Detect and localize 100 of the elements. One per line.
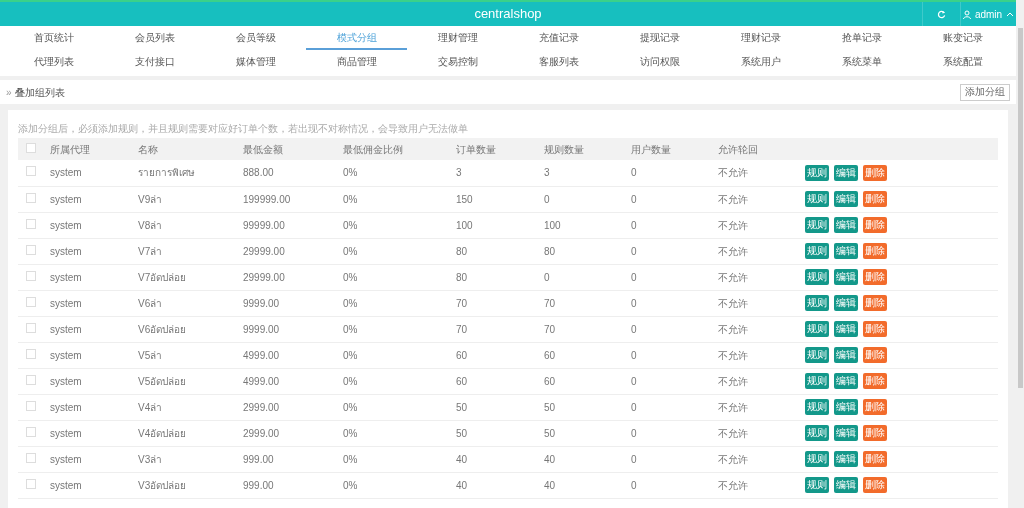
add-group-button[interactable]: 添加分组: [960, 83, 1010, 101]
delete-button[interactable]: 删除: [863, 269, 887, 285]
checkbox[interactable]: [26, 218, 36, 229]
table-cell: 0%: [343, 219, 358, 231]
action-button[interactable]: 编辑: [834, 399, 858, 415]
nav-tab[interactable]: 支付接口: [104, 50, 205, 74]
delete-button[interactable]: 删除: [863, 425, 887, 441]
checkbox[interactable]: [26, 244, 36, 255]
delete-button[interactable]: 删除: [863, 451, 887, 467]
action-button[interactable]: 规则: [805, 321, 829, 337]
table-cell: V6อัดปล่อย: [138, 323, 187, 335]
nav-tab[interactable]: 访问权限: [609, 50, 710, 74]
caret-icon: [1006, 11, 1015, 17]
delete-button[interactable]: 删除: [863, 243, 887, 259]
nav-tab[interactable]: 抢单记录: [811, 26, 912, 50]
action-button[interactable]: 编辑: [834, 243, 858, 259]
table-cell: 0: [631, 349, 637, 361]
table-cell: V9ล่า: [138, 193, 163, 205]
delete-button[interactable]: 删除: [863, 373, 887, 389]
table-cell: 0%: [343, 167, 358, 179]
table-cell: V7อัดปล่อย: [138, 271, 187, 283]
checkbox[interactable]: [26, 296, 36, 307]
nav-tab[interactable]: 提现记录: [609, 26, 710, 50]
nav-tab[interactable]: 充值记录: [508, 26, 609, 50]
action-button[interactable]: 编辑: [834, 347, 858, 363]
checkbox[interactable]: [26, 270, 36, 281]
nav-tab[interactable]: 商品管理: [306, 50, 407, 74]
action-button[interactable]: 编辑: [834, 269, 858, 285]
nav-tab[interactable]: 会员等级: [205, 26, 306, 50]
action-button[interactable]: 规则: [805, 347, 829, 363]
table-cell: 150: [456, 193, 473, 205]
checkbox[interactable]: [26, 322, 36, 333]
table-cell: 0%: [343, 453, 358, 465]
nav-tab[interactable]: 模式分组: [306, 26, 407, 50]
action-button[interactable]: 编辑: [834, 373, 858, 389]
action-button[interactable]: 规则: [805, 164, 829, 181]
nav-tab[interactable]: 代理列表: [3, 50, 104, 74]
nav-tab[interactable]: 媒体管理: [205, 50, 306, 74]
action-button[interactable]: 规则: [805, 425, 829, 441]
action-button[interactable]: 规则: [805, 451, 829, 467]
checkbox[interactable]: [26, 400, 36, 411]
nav-tab[interactable]: 交易控制: [407, 50, 508, 74]
delete-button[interactable]: 删除: [863, 164, 887, 181]
checkbox[interactable]: [26, 478, 36, 489]
table-cell: 888.00: [243, 167, 274, 179]
action-button[interactable]: 编辑: [834, 321, 858, 337]
nav-tab[interactable]: 理财管理: [407, 26, 508, 50]
nav-tab[interactable]: 理财记录: [710, 26, 811, 50]
action-button[interactable]: 规则: [805, 269, 829, 285]
nav-tab[interactable]: 客服列表: [508, 50, 609, 74]
action-button[interactable]: 编辑: [834, 217, 858, 233]
action-button[interactable]: 编辑: [834, 164, 858, 181]
checkbox[interactable]: [26, 426, 36, 437]
nav-tab[interactable]: 首页统计: [3, 26, 104, 50]
action-button[interactable]: 编辑: [834, 295, 858, 311]
action-button[interactable]: 编辑: [834, 451, 858, 467]
column-header: 所属代理: [50, 143, 90, 155]
checkbox[interactable]: [26, 142, 36, 153]
app-title: centralshop: [474, 5, 542, 24]
table-cell: 2999.00: [243, 427, 280, 439]
column-header: 规则数量: [544, 143, 584, 155]
action-button[interactable]: 规则: [805, 295, 829, 311]
delete-button[interactable]: 删除: [863, 477, 887, 493]
delete-button[interactable]: 删除: [863, 399, 887, 415]
action-button[interactable]: 规则: [805, 243, 829, 259]
delete-button[interactable]: 删除: [863, 321, 887, 337]
nav-tab[interactable]: 系统菜单: [811, 50, 912, 74]
delete-button[interactable]: 删除: [863, 295, 887, 311]
checkbox[interactable]: [26, 374, 36, 385]
scrollbar-thumb[interactable]: [1017, 28, 1023, 388]
action-button[interactable]: 规则: [805, 217, 829, 233]
action-button[interactable]: 编辑: [834, 191, 858, 207]
table-cell: 不允许: [718, 167, 748, 179]
action-button[interactable]: 规则: [805, 191, 829, 207]
checkbox[interactable]: [26, 166, 36, 177]
action-button[interactable]: 编辑: [834, 425, 858, 441]
action-button[interactable]: 规则: [805, 373, 829, 389]
action-button[interactable]: 规则: [805, 399, 829, 415]
refresh-icon: [937, 9, 946, 19]
table-cell: 不允许: [718, 479, 748, 491]
checkbox[interactable]: [26, 192, 36, 203]
table-cell: system: [50, 245, 82, 257]
checkbox[interactable]: [26, 348, 36, 359]
column-header: 最低金额: [243, 143, 283, 155]
action-button[interactable]: 规则: [805, 477, 829, 493]
nav-tab[interactable]: 会员列表: [104, 26, 205, 50]
nav-tab[interactable]: 系统用户: [710, 50, 811, 74]
nav-tab[interactable]: 账变记录: [912, 26, 1013, 50]
user-icon: [962, 9, 971, 19]
table-cell: system: [50, 323, 82, 335]
delete-button[interactable]: 删除: [863, 217, 887, 233]
action-button[interactable]: 编辑: [834, 477, 858, 493]
delete-button[interactable]: 删除: [863, 191, 887, 207]
checkbox[interactable]: [26, 452, 36, 463]
delete-button[interactable]: 删除: [863, 347, 887, 363]
nav-tab[interactable]: 系统配置: [912, 50, 1013, 74]
page-title: 叠加组列表: [14, 85, 65, 100]
table-cell: 40: [544, 479, 556, 491]
notice-text: 添加分组后，必须添加规则，并且规则需要对应好订单个数，若出现不对称情况，会导致用户无法做单: [18, 122, 469, 136]
table-cell: 0%: [343, 349, 358, 361]
